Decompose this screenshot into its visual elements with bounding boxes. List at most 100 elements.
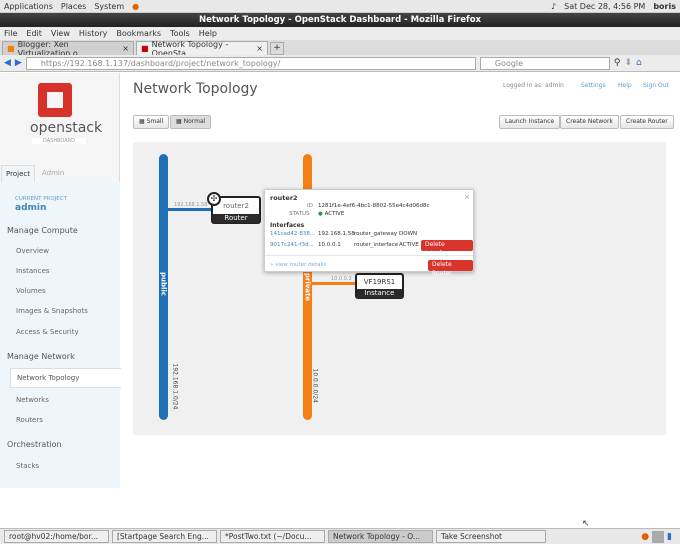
menu-tools[interactable]: Tools — [170, 29, 190, 38]
taskbar-startpage[interactable]: [Startpage Search Eng... — [112, 530, 217, 543]
trash-icon[interactable]: ▮ — [667, 532, 672, 542]
binoculars-icon[interactable]: ⚲ — [614, 58, 621, 68]
menu-applications[interactable]: Applications — [4, 2, 53, 11]
nav-overview[interactable]: Overview — [16, 247, 49, 255]
network-name: public — [159, 272, 168, 296]
nav-stacks[interactable]: Stacks — [16, 462, 39, 470]
tab-project[interactable]: Project — [1, 165, 35, 182]
label: Normal — [183, 118, 206, 125]
status-text: ACTIVE — [324, 211, 345, 217]
grid-icon: ▦ — [139, 118, 145, 125]
firefox-icon[interactable]: ● — [132, 2, 139, 11]
menu-places[interactable]: Places — [61, 2, 86, 11]
home-icon[interactable]: ⌂ — [636, 58, 642, 68]
interface-status: DOWN — [399, 231, 418, 237]
router-icon: ✣ — [207, 192, 221, 206]
back-icon[interactable]: ◀ — [4, 58, 11, 68]
menu-history[interactable]: History — [79, 29, 107, 38]
label: Small — [146, 118, 164, 125]
menu-file[interactable]: File — [4, 29, 17, 38]
link-router-public — [168, 208, 212, 211]
taskbar-take-screenshot[interactable]: Take Screenshot — [436, 530, 546, 543]
tab-blogger[interactable]: ■ Blogger: Xen Virtualization o... × — [2, 40, 134, 58]
router-popup: router2 × ID 1281f1e-4ef6-4bc1-8802-55e4… — [264, 189, 474, 277]
tab-bar: ■ Blogger: Xen Virtualization o... × ■ Netw… — [0, 40, 680, 58]
normal-view-button[interactable]: ▦ Normal — [170, 115, 212, 129]
brand-sub: DASHBOARD — [32, 138, 86, 144]
help-link[interactable]: Help — [618, 82, 632, 89]
launch-instance-button[interactable]: Launch Instance — [499, 115, 561, 129]
nav-access-security[interactable]: Access & Security — [16, 328, 79, 336]
view-router-details-link[interactable]: » view router details — [270, 262, 326, 268]
new-tab-button[interactable]: + — [270, 42, 284, 55]
interface-ip: 10.0.0.1 — [318, 242, 341, 248]
taskbar-network-topology[interactable]: Network Topology - O... — [328, 530, 433, 543]
forward-icon[interactable]: ▶ — [15, 58, 22, 68]
create-network-button[interactable]: Create Network — [560, 115, 619, 129]
nav-bar: ◀ ▶ https://192.168.1.137/dashboard/proj… — [0, 55, 680, 72]
interface-link[interactable]: 9017c241-f3d... — [270, 242, 314, 248]
interface-type: router_gateway — [354, 231, 398, 237]
section-manage-network[interactable]: Manage Network — [7, 352, 75, 361]
firefox-icon[interactable]: ● — [641, 532, 649, 542]
close-icon[interactable]: × — [464, 193, 470, 201]
network-cidr: 10.0.0.0/24 — [311, 368, 319, 403]
nav-instances[interactable]: Instances — [16, 267, 49, 275]
menu-edit[interactable]: Edit — [26, 29, 42, 38]
taskbar-posttwo[interactable]: *PostTwo.txt (~/Docu... — [220, 530, 325, 543]
nav-volumes[interactable]: Volumes — [16, 287, 46, 295]
interface-type: router_interface — [354, 242, 399, 248]
status-badge: ● ACTIVE — [318, 211, 344, 217]
interface-link[interactable]: 141cad42-838... — [270, 231, 315, 237]
search-input[interactable]: Google — [479, 56, 610, 70]
url-bar[interactable]: https://192.168.1.137/dashboard/project/… — [25, 56, 476, 70]
router-type: Router — [213, 214, 259, 223]
create-router-button[interactable]: Create Router — [620, 115, 674, 129]
window-title: Network Topology - OpenStack Dashboard -… — [0, 13, 680, 27]
current-project-label: CURRENT PROJECT — [15, 196, 67, 202]
clock[interactable]: Sat Dec 28, 4:56 PM — [564, 2, 645, 11]
section-orchestration[interactable]: Orchestration — [7, 440, 62, 449]
close-icon[interactable]: × — [256, 44, 263, 53]
port-ip: 192.168.1.58 — [174, 202, 208, 208]
interface-status: ACTIVE — [399, 242, 419, 248]
nav-images[interactable]: Images & Snapshots — [16, 307, 88, 315]
tab-admin[interactable]: Admin — [42, 165, 64, 182]
workspace-switcher[interactable] — [652, 530, 665, 543]
divider — [265, 255, 473, 256]
download-icon[interactable]: ⬇ — [624, 58, 632, 68]
volume-icon[interactable]: ♪ — [551, 2, 556, 11]
instance-type: Instance — [357, 289, 402, 298]
network-name: private — [303, 272, 312, 302]
instance-node[interactable]: VF19RS1 Instance — [355, 273, 404, 299]
grid-icon: ▦ — [176, 118, 182, 125]
current-project[interactable]: admin — [15, 203, 46, 213]
user-name[interactable]: boris — [653, 2, 676, 11]
taskbar: root@hv02:/home/bor... [Startpage Search… — [0, 528, 680, 544]
delete-router-button[interactable]: Delete Router — [428, 260, 473, 277]
sign-out-link[interactable]: Sign Out — [643, 82, 669, 89]
close-icon[interactable]: × — [122, 44, 129, 53]
brand-text: openstack — [30, 120, 103, 136]
tab-network-topology[interactable]: ■ Network Topology - OpenSta... × — [136, 40, 268, 58]
nav-network-topology[interactable]: Network Topology — [10, 368, 121, 388]
section-manage-compute[interactable]: Manage Compute — [7, 226, 78, 235]
menu-help[interactable]: Help — [199, 29, 217, 38]
delete-interface-button[interactable]: Delete Interface — [421, 240, 473, 257]
nav-networks[interactable]: Networks — [16, 396, 49, 404]
interfaces-heading: Interfaces — [270, 222, 305, 229]
page-title: Network Topology — [133, 81, 258, 97]
logged-in-text: Logged in as: admin — [503, 82, 564, 89]
router-id: 1281f1e-4ef6-4bc1-8802-55e4c4d06d8c — [318, 203, 430, 209]
taskbar-terminal[interactable]: root@hv02:/home/bor... — [4, 530, 109, 543]
menu-system[interactable]: System — [94, 2, 124, 11]
small-view-button[interactable]: ▦ Small — [133, 115, 170, 129]
menu-view[interactable]: View — [51, 29, 70, 38]
settings-link[interactable]: Settings — [581, 82, 606, 89]
network-cidr: 192.168.1.0/24 — [171, 363, 179, 410]
nav-routers[interactable]: Routers — [16, 416, 43, 424]
menu-bookmarks[interactable]: Bookmarks — [116, 29, 161, 38]
link-instance-private — [312, 282, 356, 285]
port-ip: 10.0.0.3 — [331, 276, 352, 282]
menu-bar: File Edit View History Bookmarks Tools H… — [0, 27, 680, 40]
